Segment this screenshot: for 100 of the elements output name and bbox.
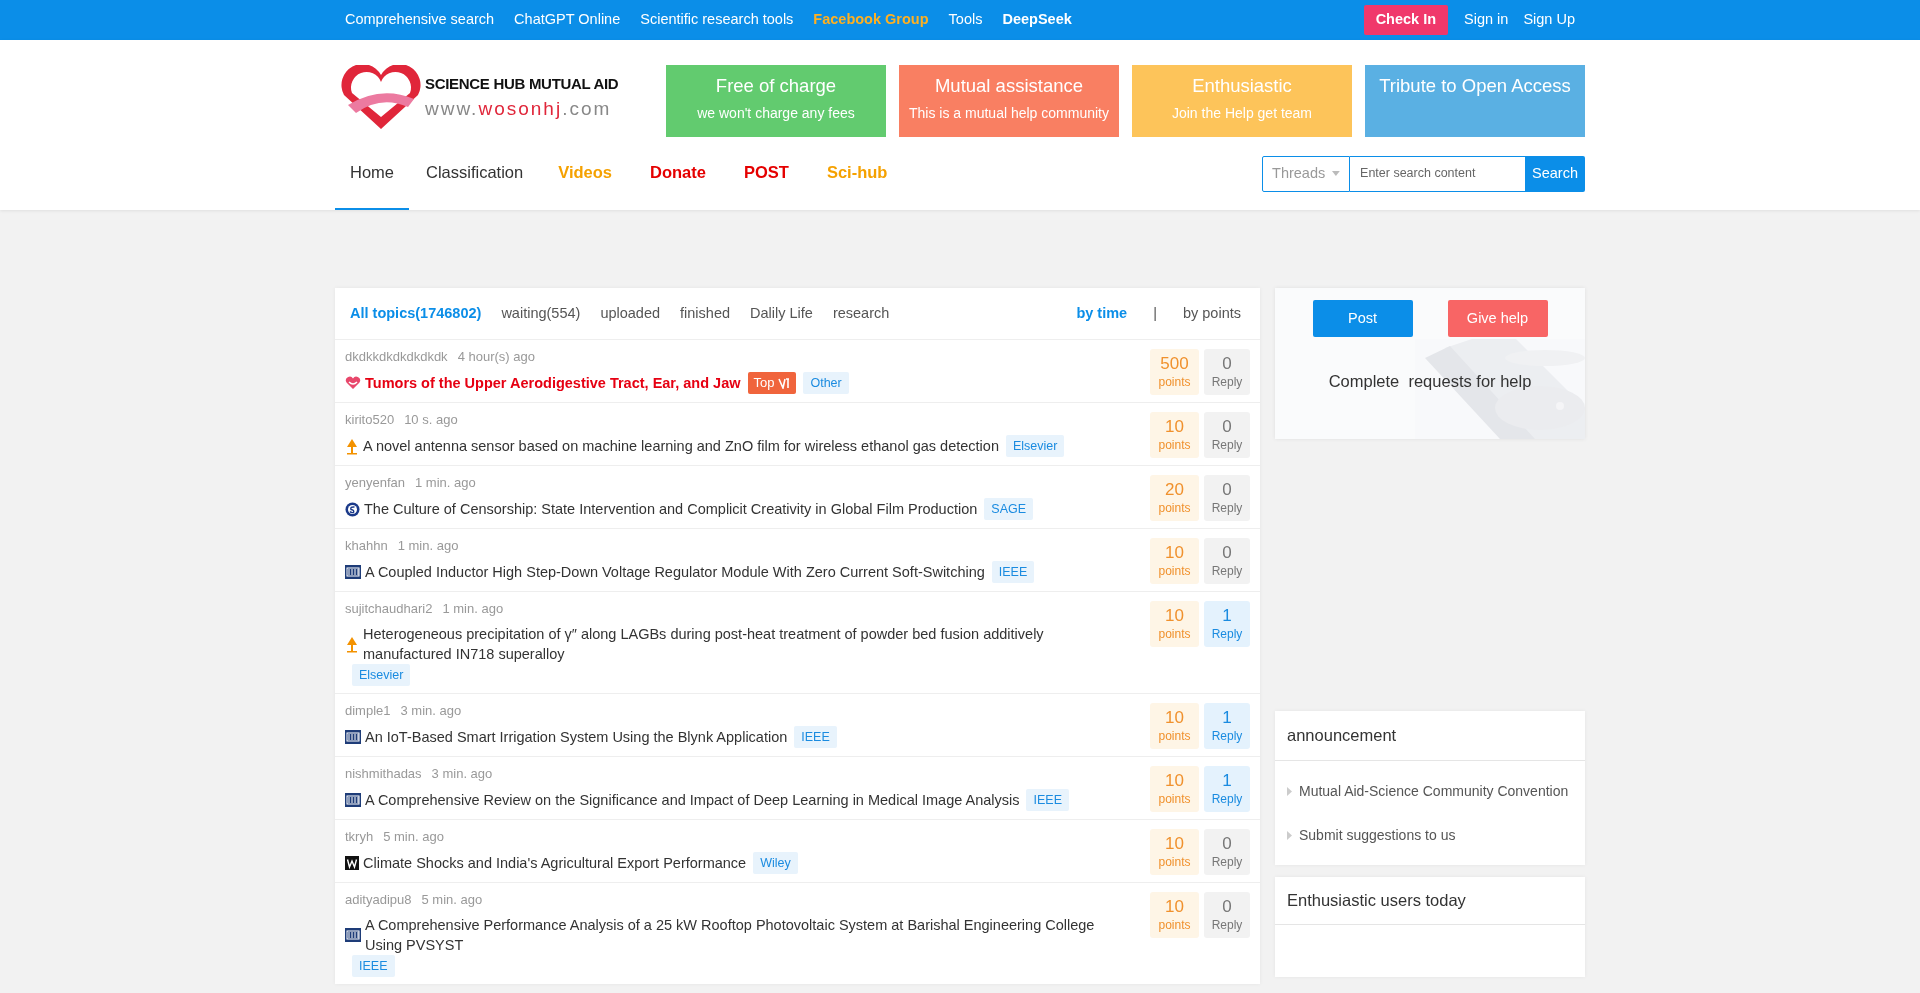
- points-badge: 500 points: [1150, 349, 1199, 395]
- filter-tab[interactable]: Dalily Life: [750, 302, 813, 325]
- reply-badge: 1 Reply: [1204, 766, 1250, 813]
- sign-up-link[interactable]: Sign Up: [1523, 9, 1575, 31]
- nav-tab[interactable]: Sci-hub: [808, 137, 906, 210]
- publisher-tag[interactable]: Elsevier: [1005, 435, 1065, 458]
- filter-tab[interactable]: finished: [680, 302, 731, 325]
- promo-banner[interactable]: Tribute to Open Access: [1365, 65, 1585, 137]
- search-field[interactable]: Enter search content: [1350, 155, 1526, 192]
- reply-badge: 0 Reply: [1204, 475, 1250, 521]
- square-logo-icon: [345, 928, 361, 943]
- nav-tab[interactable]: Classification: [411, 137, 539, 210]
- heart-logo-icon: [338, 65, 424, 131]
- points-badge: 10 points: [1150, 766, 1199, 813]
- tree-icon: [345, 437, 359, 456]
- topic-title[interactable]: The Culture of Censorship: State Intervention and Complicit Creativity in Global Film Production: [364, 499, 978, 520]
- square-logo-icon: [345, 793, 361, 808]
- reply-badge: 0 Reply: [1204, 538, 1250, 584]
- nav-tab[interactable]: Home: [335, 137, 409, 210]
- points-badge: 10 points: [1150, 412, 1199, 458]
- filter-tab[interactable]: research: [832, 302, 890, 325]
- reply-badge: 0 Reply: [1204, 349, 1250, 395]
- sort-option[interactable]: by time: [1076, 302, 1128, 325]
- caret-icon: [1332, 171, 1341, 176]
- post-time: 10 s. ago: [404, 411, 458, 429]
- username[interactable]: sujitchaudhari2: [345, 600, 433, 618]
- points-badge: 20 points: [1150, 475, 1199, 521]
- filter-tab[interactable]: All topics(1746802): [350, 302, 482, 325]
- points-badge: 10 points: [1150, 703, 1199, 750]
- top-link[interactable]: Tools: [948, 9, 983, 31]
- reply-badge: 0 Reply: [1204, 892, 1250, 939]
- top-link[interactable]: DeepSeek: [1002, 9, 1072, 31]
- topic-title[interactable]: An IoT-Based Smart Irrigation System Using the Blynk Application: [365, 727, 788, 748]
- publisher-tag[interactable]: Other: [803, 372, 849, 395]
- top-link[interactable]: Comprehensive search: [345, 9, 495, 31]
- nav-tab[interactable]: Donate: [632, 137, 724, 210]
- card-title: announcement: [1287, 725, 1397, 747]
- post-time: 3 min. ago: [400, 702, 462, 721]
- topic-title[interactable]: A novel antenna sensor based on machine learning and ZnO film for wireless ethanol gas detection: [363, 436, 999, 457]
- logo-url: www.wosonhj.com: [425, 97, 613, 121]
- promo-banner[interactable]: Free of charge we won't charge any fees: [666, 65, 886, 137]
- sign-in-link[interactable]: Sign in: [1464, 9, 1509, 31]
- square-logo-icon: [345, 565, 361, 580]
- username[interactable]: adityadipu8: [345, 891, 412, 910]
- publisher-tag[interactable]: IEEE: [352, 955, 395, 978]
- username[interactable]: dkdkkdkdkdkdkdk: [345, 348, 448, 366]
- top-link[interactable]: Facebook Group: [813, 9, 929, 31]
- username[interactable]: kirito520: [345, 411, 395, 429]
- publisher-tag[interactable]: IEEE: [1026, 789, 1069, 812]
- post-time: 1 min. ago: [415, 474, 476, 492]
- post-time: 3 min. ago: [431, 765, 493, 784]
- announcement-link[interactable]: Mutual Aid-Science Community Convention: [1299, 780, 1569, 802]
- publisher-tag[interactable]: SAGE: [984, 498, 1034, 521]
- check-in-button[interactable]: Check In: [1363, 5, 1449, 35]
- topic-title[interactable]: Heterogeneous precipitation of γ″ along LAGBs during post-heat treatment of powder bed fusion additively manufactured IN718 superalloy: [363, 624, 1128, 664]
- filter-tab[interactable]: waiting(554): [501, 302, 581, 325]
- post-time: 1 min. ago: [397, 537, 459, 555]
- tree-icon: [345, 635, 359, 653]
- username[interactable]: khahhn: [345, 537, 388, 555]
- promo-banner[interactable]: Mutual assistance This is a mutual help community: [899, 65, 1119, 137]
- username[interactable]: tkryh: [345, 828, 374, 847]
- post-time: 5 min. ago: [383, 828, 444, 847]
- username[interactable]: yenyenfan: [345, 474, 405, 492]
- topic-title[interactable]: A Comprehensive Performance Analysis of a 25 kW Rooftop Photovoltaic System at Barishal Engineering College Using PVSYST: [365, 915, 1130, 956]
- top-link[interactable]: ChatGPT Online: [514, 9, 621, 31]
- logo-title: SCIENCE HUB MUTUAL AID: [425, 73, 619, 94]
- circle-logo-icon: [345, 501, 360, 517]
- points-badge: 10 points: [1150, 829, 1199, 876]
- username[interactable]: nishmithadas: [345, 765, 422, 784]
- sort-option[interactable]: by points: [1182, 302, 1241, 325]
- topic-title[interactable]: Tumors of the Upper Aerodigestive Tract, Ear, and Jaw: [365, 373, 741, 394]
- post-time: 1 min. ago: [442, 600, 504, 618]
- top-badge: Top: [747, 372, 797, 395]
- points-badge: 10 points: [1150, 601, 1199, 647]
- topic-title[interactable]: A Comprehensive Review on the Significance and Impact of Deep Learning in Medical Image Analysis: [365, 790, 1020, 811]
- triangle-icon: [1287, 786, 1292, 796]
- publisher-tag[interactable]: IEEE: [991, 561, 1035, 584]
- help-caption: Complete requests for help: [1328, 371, 1532, 392]
- reply-badge: 1 Reply: [1204, 601, 1250, 647]
- topic-title[interactable]: A Coupled Inductor High Step-Down Voltage Regulator Module With Zero Current Soft-Switching: [365, 562, 985, 583]
- post-button[interactable]: Post: [1312, 300, 1413, 337]
- search-button[interactable]: Search: [1525, 155, 1585, 192]
- give-help-button[interactable]: Give help: [1447, 300, 1548, 337]
- filter-tab[interactable]: uploaded: [600, 302, 661, 325]
- post-time: 4 hour(s) ago: [457, 348, 535, 366]
- top-link[interactable]: Scientific research tools: [640, 9, 794, 31]
- post-time: 5 min. ago: [421, 891, 483, 910]
- nav-tab[interactable]: Videos: [540, 137, 631, 210]
- scope-dropdown[interactable]: Threads: [1262, 155, 1351, 192]
- username[interactable]: dimple1: [345, 702, 391, 721]
- reply-badge: 0 Reply: [1204, 829, 1250, 876]
- publisher-tag[interactable]: Wiley: [753, 852, 798, 875]
- points-badge: 10 points: [1150, 892, 1199, 939]
- publisher-tag[interactable]: Elsevier: [352, 664, 411, 687]
- square-logo-icon: [345, 856, 359, 871]
- nav-tab[interactable]: POST: [725, 137, 807, 210]
- announcement-link[interactable]: Submit suggestions to us: [1299, 824, 1456, 846]
- publisher-tag[interactable]: IEEE: [794, 726, 837, 749]
- square-logo-icon: [345, 730, 361, 745]
- topic-title[interactable]: Climate Shocks and India's Agricultural Export Performance: [363, 853, 747, 874]
